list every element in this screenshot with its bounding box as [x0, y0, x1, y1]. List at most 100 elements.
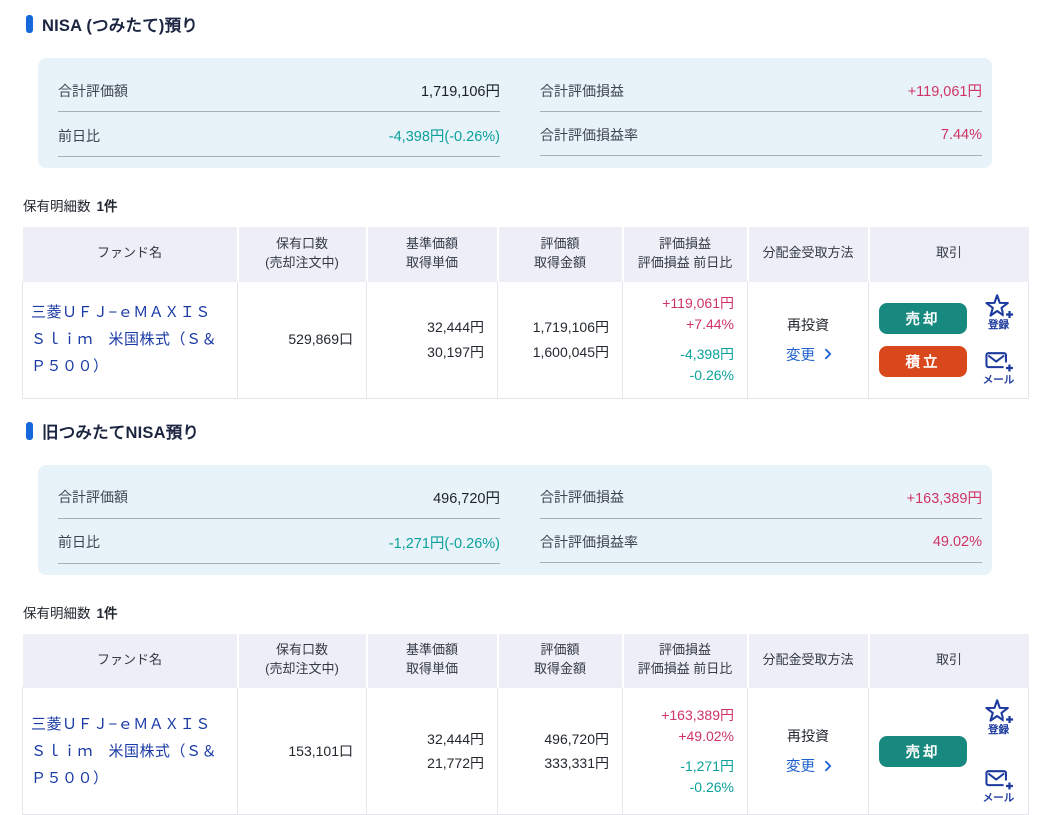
total-pl-rate-label: 合計評価損益率	[540, 532, 638, 552]
header-pl: 評価損益評価損益 前日比	[623, 227, 748, 281]
section-marker-bar	[26, 422, 33, 440]
fund-name-link[interactable]: 三菱ＵＦＪ−ｅＭＡＸＩＳ Ｓｌｉｍ 米国株式（Ｓ＆Ｐ５００）	[31, 716, 217, 787]
register-icon-label: 登録	[988, 725, 1009, 737]
summary-row-day-change: 前日比 -4,398円(-0.26%)	[58, 112, 500, 157]
day-change-label: 前日比	[58, 532, 100, 552]
dividend-method-cell: 再投資 変更	[748, 688, 869, 815]
mail-alert-button[interactable]: メール	[983, 767, 1015, 805]
tsumitate-button[interactable]: 積立	[879, 346, 967, 377]
summary-right-column: 合計評価損益 +163,389円 合計評価損益率 49.02%	[540, 474, 982, 564]
star-plus-icon	[984, 698, 1014, 725]
pl-cell: +119,061円 +7.44% -4,398円 -0.26%	[623, 281, 748, 398]
star-plus-icon	[984, 293, 1014, 320]
table-header-row: ファンド名 保有口数(売却注文中) 基準価額取得単価 評価額取得金額 評価損益評…	[23, 227, 1029, 281]
change-dividend-link[interactable]: 変更	[786, 755, 830, 776]
header-fund-name: ファンド名	[23, 227, 238, 281]
header-dividend-method: 分配金受取方法	[748, 634, 869, 688]
header-nav: 基準価額取得単価	[367, 634, 498, 688]
section-title: 旧つみたてNISA預り	[26, 419, 1028, 443]
header-units: 保有口数(売却注文中)	[238, 634, 367, 688]
section-title-text: 旧つみたてNISA預り	[42, 419, 199, 443]
holdings-count-line: 保有明細数 1件	[23, 195, 1028, 215]
day-pl-rate: -0.26%	[633, 777, 734, 798]
sell-button[interactable]: 売却	[879, 303, 967, 334]
summary-row-total-pl: 合計評価損益 +119,061円	[540, 67, 982, 112]
summary-box: 合計評価額 1,719,106円 前日比 -4,398円(-0.26%) 合計評…	[38, 58, 992, 168]
day-change-value: -4,398円(-0.26%)	[389, 125, 500, 146]
section-marker-bar	[26, 15, 33, 33]
fund-name-link[interactable]: 三菱ＵＦＪ−ｅＭＡＸＩＳ Ｓｌｉｍ 米国株式（Ｓ＆Ｐ５００）	[31, 304, 217, 375]
mail-alert-button[interactable]: メール	[983, 349, 1015, 387]
market-value: 496,720円	[544, 731, 609, 747]
summary-left-column: 合計評価額 496,720円 前日比 -1,271円(-0.26%)	[58, 474, 500, 564]
table-header-row: ファンド名 保有口数(売却注文中) 基準価額取得単価 評価額取得金額 評価損益評…	[23, 634, 1029, 688]
holdings-table: ファンド名 保有口数(売却注文中) 基準価額取得単価 評価額取得金額 評価損益評…	[22, 634, 1029, 815]
market-value: 1,719,106円	[533, 319, 609, 335]
summary-row-total-pl: 合計評価損益 +163,389円	[540, 474, 982, 519]
summary-left-column: 合計評価額 1,719,106円 前日比 -4,398円(-0.26%)	[58, 67, 500, 157]
summary-box: 合計評価額 496,720円 前日比 -1,271円(-0.26%) 合計評価損…	[38, 465, 992, 575]
header-value: 評価額取得金額	[498, 227, 623, 281]
day-pl-amount: -1,271円	[633, 756, 734, 777]
fund-name-cell: 三菱ＵＦＪ−ｅＭＡＸＩＳ Ｓｌｉｍ 米国株式（Ｓ＆Ｐ５００）	[23, 281, 238, 398]
total-value-label: 合計評価額	[58, 81, 128, 101]
day-change-label: 前日比	[58, 126, 100, 146]
day-change-value: -1,271円(-0.26%)	[389, 532, 500, 553]
holdings-count-value: 1件	[97, 199, 118, 214]
acq-amount-value: 333,331円	[544, 755, 609, 771]
units-value: 153,101口	[288, 743, 353, 759]
holdings-count-label: 保有明細数	[23, 606, 91, 621]
acq-price-value: 21,772円	[427, 755, 484, 771]
total-pl-rate-value: 49.02%	[933, 534, 982, 550]
holdings-page: NISA (つみたて)預り 合計評価額 1,719,106円 前日比 -4,39…	[0, 0, 1041, 815]
mail-plus-icon	[984, 349, 1014, 375]
pl-rate: +49.02%	[633, 726, 734, 747]
sell-button[interactable]: 売却	[879, 736, 967, 767]
holdings-count-label: 保有明細数	[23, 199, 91, 214]
pl-rate: +7.44%	[633, 314, 734, 335]
nav-cell: 32,444円 30,197円	[367, 281, 498, 398]
pl-amount: +163,389円	[633, 705, 734, 726]
summary-row-day-change: 前日比 -1,271円(-0.26%)	[58, 519, 500, 564]
dividend-method-value: 再投資	[758, 315, 858, 335]
header-fund-name: ファンド名	[23, 634, 238, 688]
acq-price-value: 30,197円	[427, 344, 484, 360]
total-pl-label: 合計評価損益	[540, 81, 624, 101]
header-value: 評価額取得金額	[498, 634, 623, 688]
value-cell: 1,719,106円 1,600,045円	[498, 281, 623, 398]
summary-row-total-value: 合計評価額 496,720円	[58, 474, 500, 519]
acq-amount-value: 1,600,045円	[533, 344, 609, 360]
pl-amount: +119,061円	[633, 293, 734, 314]
day-pl-rate: -0.26%	[633, 365, 734, 386]
summary-row-total-pl-rate: 合計評価損益率 7.44%	[540, 112, 982, 156]
summary-row-total-value: 合計評価額 1,719,106円	[58, 67, 500, 112]
header-units: 保有口数(売却注文中)	[238, 227, 367, 281]
register-favorite-button[interactable]: 登録	[984, 698, 1014, 737]
trade-cell: 売却 積立 登録	[869, 281, 1029, 398]
value-cell: 496,720円 333,331円	[498, 688, 623, 815]
units-cell: 153,101口	[238, 688, 367, 815]
register-icon-label: 登録	[988, 320, 1009, 332]
section-title-text: NISA (つみたて)預り	[42, 12, 198, 36]
day-pl-amount: -4,398円	[633, 344, 734, 365]
dividend-method-cell: 再投資 変更	[748, 281, 869, 398]
summary-row-total-pl-rate: 合計評価損益率 49.02%	[540, 519, 982, 563]
total-pl-rate-label: 合計評価損益率	[540, 125, 638, 145]
summary-right-column: 合計評価損益 +119,061円 合計評価損益率 7.44%	[540, 67, 982, 157]
register-favorite-button[interactable]: 登録	[984, 293, 1014, 332]
header-trade: 取引	[869, 227, 1029, 281]
section-old-tsumitate-nisa: 旧つみたてNISA預り 合計評価額 496,720円 前日比 -1,271円(-…	[22, 419, 1028, 815]
section-title: NISA (つみたて)預り	[26, 12, 1028, 36]
total-pl-label: 合計評価損益	[540, 487, 624, 507]
change-dividend-link[interactable]: 変更	[786, 344, 830, 365]
total-pl-rate-value: 7.44%	[941, 127, 982, 143]
holdings-table: ファンド名 保有口数(売却注文中) 基準価額取得単価 評価額取得金額 評価損益評…	[22, 227, 1029, 399]
nav-cell: 32,444円 21,772円	[367, 688, 498, 815]
chevron-right-icon	[820, 760, 831, 771]
holdings-count-value: 1件	[97, 606, 118, 621]
header-pl: 評価損益評価損益 前日比	[623, 634, 748, 688]
mail-icon-label: メール	[983, 793, 1015, 805]
units-cell: 529,869口	[238, 281, 367, 398]
nav-value: 32,444円	[427, 731, 484, 747]
chevron-right-icon	[820, 348, 831, 359]
